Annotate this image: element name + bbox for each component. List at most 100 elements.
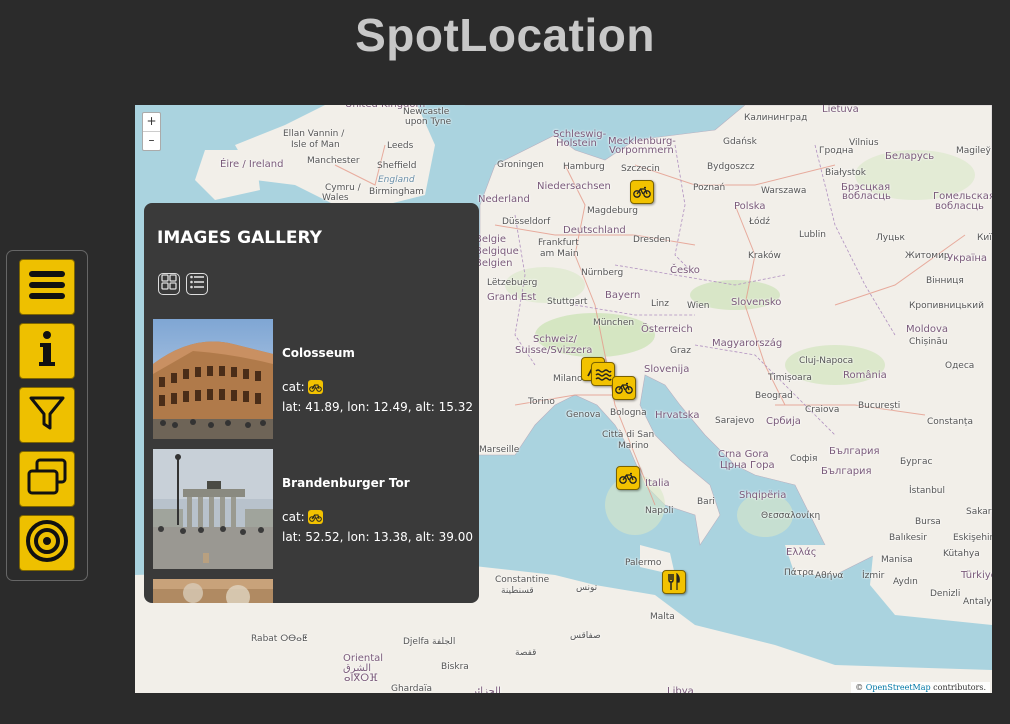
map-place-label: Deutschland <box>563 225 626 236</box>
map-place-label: Belgique <box>475 246 519 257</box>
map-place-label: Beograd <box>755 391 793 401</box>
grid-view-button[interactable] <box>158 273 180 295</box>
map-place-label: Moldova <box>906 324 949 335</box>
map-place-label: Wien <box>687 301 710 311</box>
map-place-label: Belgie <box>475 234 507 245</box>
map-place-label: Österreich <box>641 324 693 335</box>
map-place-label: Torino <box>528 397 555 407</box>
map-place-label: Manisa <box>881 555 913 565</box>
grid-view-icon <box>161 274 177 294</box>
map-place-label: Житомир <box>905 251 950 261</box>
colosseum-thumbnail[interactable] <box>153 319 273 439</box>
map-place-label: upon Tyne <box>405 117 452 127</box>
map-place-label: Balıkesir <box>889 533 928 543</box>
sidebar <box>6 250 88 581</box>
map-place-label: Gdańsk <box>723 137 757 147</box>
map-place-label: Szczecin <box>621 164 660 174</box>
map-place-label: Lietuva <box>822 105 859 115</box>
map-place-label: Linz <box>651 299 669 309</box>
list-view-button[interactable] <box>186 273 208 295</box>
map-place-label: Bayern <box>605 290 641 301</box>
map-place-label: Lëtzebuerg <box>487 278 538 288</box>
map-place-label: Genova <box>566 410 601 420</box>
map-place-label: England <box>378 175 415 185</box>
map-place-label: Aydın <box>893 577 918 587</box>
map-place-label: Αθήνα <box>815 571 844 581</box>
map-place-label: Slovenija <box>644 364 690 375</box>
map-marker-bicycle[interactable] <box>612 376 636 400</box>
map-marker-restaurant[interactable] <box>662 570 686 594</box>
map-attribution: © OpenStreetMap contributors. <box>851 682 990 693</box>
map-place-label: Nürnberg <box>581 268 624 278</box>
map-place-label: Πάτρα <box>784 568 814 578</box>
info-button[interactable] <box>19 323 75 379</box>
map-place-label: Éire / Ireland <box>220 159 284 170</box>
map-place-label: Graz <box>670 346 691 356</box>
map-place-label: Marseille <box>479 445 520 455</box>
zoom-in-button[interactable]: + <box>143 113 160 131</box>
water-icon <box>594 366 612 382</box>
map-place-label: Chișinău <box>909 337 948 347</box>
map-place-label: Vorpommern <box>609 145 674 156</box>
list-view-icon <box>189 274 205 294</box>
map-place-label: Nederland <box>478 194 530 205</box>
gallery-item-category: cat: <box>282 510 323 524</box>
gallery-thumbnail[interactable] <box>153 579 273 603</box>
filter-icon <box>27 393 67 437</box>
map-place-label: Sarajevo <box>715 416 755 426</box>
brandenburger-tor-thumbnail[interactable] <box>153 449 273 569</box>
map-place-label: Denizli <box>930 589 961 599</box>
map-place-label: Milano <box>553 374 583 384</box>
map-place-label: България <box>829 446 880 457</box>
bicycle-icon <box>307 510 323 524</box>
filter-button[interactable] <box>19 387 75 443</box>
menu-button[interactable] <box>19 259 75 315</box>
map-place-label: Leeds <box>387 141 414 151</box>
map-place-label: Кропивницький <box>909 301 984 311</box>
map-place-label: Biskra <box>441 662 469 672</box>
zoom-out-button[interactable]: – <box>143 131 160 150</box>
gallery-item-coords: lat: 41.89, lon: 12.49, alt: 15.32 <box>282 400 473 414</box>
map-place-label: Lublin <box>799 230 826 240</box>
map-place-label: Київ <box>977 233 992 243</box>
map-place-label: İstanbul <box>909 486 946 496</box>
map-place-label: Eskişehir <box>953 533 992 543</box>
map-place-label: Wales <box>322 193 349 203</box>
map-place-label: Frankfurt <box>538 238 579 248</box>
gallery-item[interactable]: Brandenburger Tor cat: lat: 52.52, lon: … <box>153 449 473 569</box>
map-place-label: București <box>858 401 901 411</box>
bicycle-icon <box>633 186 651 198</box>
map-place-label: Napoli <box>645 506 674 516</box>
map-place-label: Polska <box>734 201 766 212</box>
map-place-label: Manchester <box>307 156 360 166</box>
map-place-label: Dresden <box>633 235 671 245</box>
map-place-label: Kütahya <box>943 549 980 559</box>
gallery-item[interactable]: Colosseum cat: lat: 41.89, lon: 12.49, a… <box>153 319 473 439</box>
map-place-label: Shqipëria <box>739 490 787 501</box>
map-place-label: ⴰⵏⴳⵔⴼ <box>344 673 378 684</box>
map-place-label: Bari <box>697 497 715 507</box>
map-place-label: Србија <box>766 416 801 427</box>
map-place-label: Düsseldorf <box>502 217 551 227</box>
map-place-label: Craiova <box>805 405 840 415</box>
attribution-prefix: © <box>855 683 864 692</box>
target-button[interactable] <box>19 515 75 571</box>
windows-button[interactable] <box>19 451 75 507</box>
bicycle-icon <box>307 380 323 394</box>
openstreetmap-link[interactable]: OpenStreetMap <box>866 683 931 692</box>
map-place-label: вобласць <box>842 191 891 202</box>
map-place-label: Калининград <box>744 113 808 123</box>
map-marker-bicycle[interactable] <box>630 180 654 204</box>
map-place-label: Birmingham <box>369 187 424 197</box>
gallery-item[interactable] <box>153 579 473 603</box>
map-place-label: Ghardaïa <box>391 684 432 693</box>
map-place-label: صفاقس <box>570 631 601 641</box>
map-place-label: Бургас <box>900 457 933 467</box>
map-place-label: Italia <box>645 478 670 489</box>
map-place-label: Constanța <box>927 417 973 427</box>
map-place-label: Magdeburg <box>587 206 638 216</box>
info-icon <box>32 329 62 373</box>
map-place-label: вобласць <box>935 201 984 212</box>
map-marker-bicycle[interactable] <box>616 466 640 490</box>
gallery-item-name: Brandenburger Tor <box>282 476 410 490</box>
